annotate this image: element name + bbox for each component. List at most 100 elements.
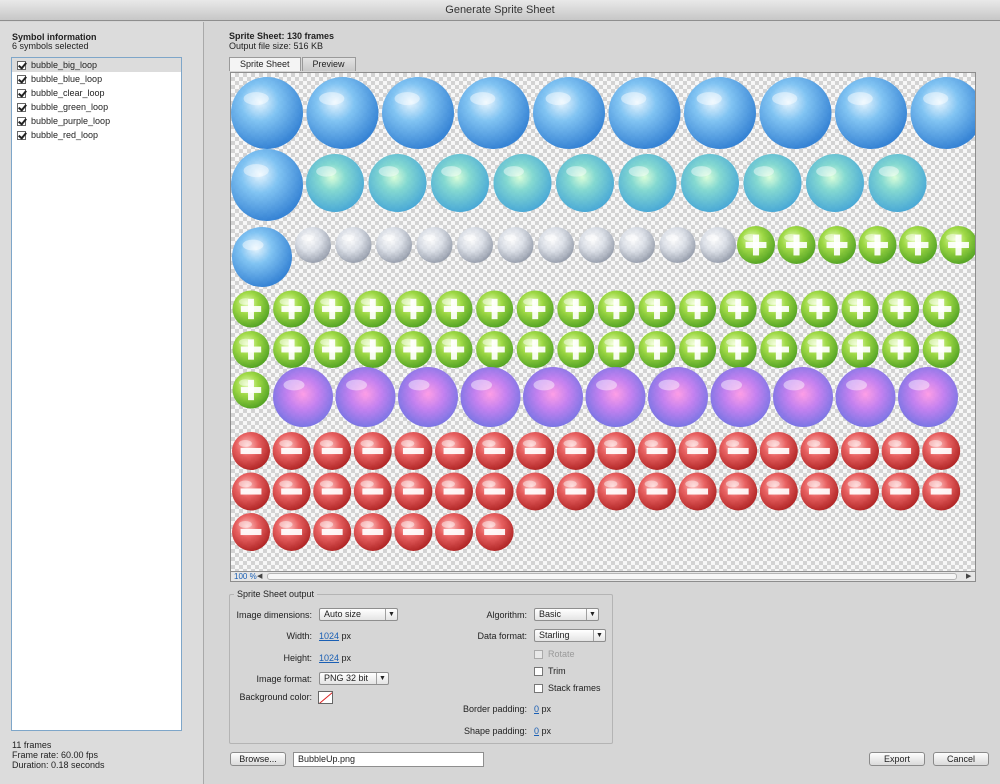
sprite-frame-red	[313, 513, 352, 551]
symbol-label: bubble_clear_loop	[31, 88, 105, 98]
rotate-label: Rotate	[548, 649, 575, 659]
symbol-checkbox[interactable]	[17, 116, 26, 126]
scroll-left-arrow-icon[interactable]: ◀	[257, 573, 262, 581]
symbol-label: bubble_green_loop	[31, 102, 109, 112]
sprite-frame-blue	[806, 154, 864, 212]
sprite-frame-clear	[619, 227, 655, 263]
trim-option[interactable]: Trim	[534, 666, 566, 676]
output-file-size: Output file size: 516 KB	[229, 41, 324, 51]
height-value[interactable]: 1024	[319, 653, 339, 663]
symbol-item-bubble-red-loop[interactable]: bubble_red_loop	[12, 128, 181, 142]
tab-sprite-sheet[interactable]: Sprite Sheet	[229, 57, 301, 71]
sprite-frame-green	[557, 290, 595, 328]
symbol-label: bubble_purple_loop	[31, 116, 111, 126]
sprite-sheet-preview[interactable]	[230, 72, 976, 572]
zoom-level[interactable]: 100 %	[234, 572, 257, 582]
sprite-frame-clear	[295, 227, 331, 263]
background-color-swatch[interactable]	[318, 691, 333, 704]
symbol-checkbox[interactable]	[17, 60, 26, 70]
frame-count: 11 frames	[12, 740, 52, 750]
border-padding-field[interactable]: 0 px	[534, 704, 551, 714]
algorithm-select[interactable]: Basic ▼	[534, 608, 599, 621]
image-dimensions-select[interactable]: Auto size ▼	[319, 608, 398, 621]
sheet-frame-count: Sprite Sheet: 130 frames	[229, 31, 335, 41]
sprite-frame-purple	[773, 367, 833, 427]
sprite-frame-big	[382, 77, 454, 149]
sprite-frame-green	[882, 290, 920, 328]
data-format-select[interactable]: Starling ▼	[534, 629, 606, 642]
sprite-frame-clear	[700, 227, 736, 263]
sprite-frame-clear	[335, 227, 372, 263]
sprite-frame-big	[457, 77, 530, 149]
symbol-item-bubble-big-loop[interactable]: bubble_big_loop	[12, 58, 181, 72]
symbol-timing-info: 11 frames Frame rate: 60.00 fps Duration…	[12, 740, 105, 770]
sprite-frame-red	[272, 472, 311, 511]
symbol-checkbox[interactable]	[17, 74, 26, 84]
tab-preview[interactable]: Preview	[301, 57, 356, 71]
sprite-frame-red	[313, 472, 352, 511]
sprite-frame-blue	[868, 154, 927, 212]
sprite-frame-green	[800, 331, 838, 368]
symbol-checkbox[interactable]	[17, 88, 26, 98]
sprite-frame-blue	[681, 154, 739, 212]
sprite-frame-green	[597, 331, 635, 368]
sprite-frame-red	[922, 432, 961, 470]
width-value[interactable]: 1024	[319, 631, 339, 641]
symbol-item-bubble-blue-loop[interactable]: bubble_blue_loop	[12, 72, 181, 86]
stack-frames-checkbox[interactable]	[534, 683, 543, 693]
sprite-frame-clear	[538, 227, 574, 263]
symbol-item-bubble-purple-loop[interactable]: bubble_purple_loop	[12, 114, 181, 128]
sprite-frame-green	[394, 290, 432, 328]
stack-frames-option[interactable]: Stack frames	[534, 683, 601, 693]
scrollbar-thumb[interactable]	[267, 573, 957, 580]
sprite-frame-green	[313, 331, 351, 368]
sprite-frame-red	[353, 472, 392, 511]
output-file-name-field[interactable]: BubbleUp.png	[293, 752, 484, 767]
trim-checkbox[interactable]	[534, 666, 543, 676]
sprite-frame-green	[273, 290, 311, 328]
border-padding-unit: px	[541, 704, 552, 714]
height-field[interactable]: 1024 px	[319, 653, 351, 663]
symbol-checkbox[interactable]	[17, 130, 26, 140]
width-field[interactable]: 1024 px	[319, 631, 351, 641]
browse-button[interactable]: Browse...	[230, 752, 286, 766]
sprite-frame-green	[516, 331, 554, 368]
sprite-frame-green	[354, 331, 392, 368]
symbol-checkbox[interactable]	[17, 102, 26, 112]
sprite-frame-red	[394, 432, 433, 470]
sprite-frame-green	[777, 226, 816, 264]
scroll-right-arrow-icon[interactable]: ▶	[966, 573, 971, 581]
sprite-frame-green	[719, 290, 757, 328]
symbol-item-bubble-clear-loop[interactable]: bubble_clear_loop	[12, 86, 181, 100]
sprite-frame-big	[910, 77, 975, 149]
horizontal-scrollbar[interactable]: 100 % ◀ ▶	[230, 572, 976, 582]
symbol-label: bubble_big_loop	[31, 60, 98, 70]
sprite-frame-green	[476, 331, 514, 368]
cancel-button[interactable]: Cancel	[933, 752, 989, 766]
shape-padding-value[interactable]: 0	[534, 726, 539, 736]
symbol-list[interactable]: bubble_big_loop bubble_blue_loop bubble_…	[11, 57, 182, 731]
frame-rate: Frame rate: 60.00 fps	[12, 750, 99, 760]
sprite-frame-green	[818, 226, 856, 264]
border-padding-value[interactable]: 0	[534, 704, 539, 714]
sprite-frame-green	[597, 290, 635, 328]
image-format-select[interactable]: PNG 32 bit ▼	[319, 672, 389, 685]
symbol-item-bubble-green-loop[interactable]: bubble_green_loop	[12, 100, 181, 114]
sprite-frame-red	[475, 472, 514, 511]
sprite-frame-red	[597, 432, 636, 470]
chevron-down-icon: ▼	[385, 609, 397, 620]
shape-padding-field[interactable]: 0 px	[534, 726, 551, 736]
sprite-frame-green	[679, 290, 717, 328]
sprite-frame-green	[232, 290, 270, 328]
sprite-frame-red	[353, 513, 392, 551]
sprite-frame-big	[231, 77, 303, 149]
sprite-frame-purple	[648, 367, 708, 427]
sprite-frame-red	[232, 472, 270, 511]
sprite-frame-clear	[376, 227, 412, 263]
rotate-option: Rotate	[534, 649, 575, 659]
sprite-frame-red	[922, 472, 961, 511]
sprite-frame-big	[608, 77, 681, 149]
sprite-frame-green	[435, 290, 473, 328]
export-button[interactable]: Export	[869, 752, 925, 766]
sprite-frame-purple	[710, 367, 771, 427]
